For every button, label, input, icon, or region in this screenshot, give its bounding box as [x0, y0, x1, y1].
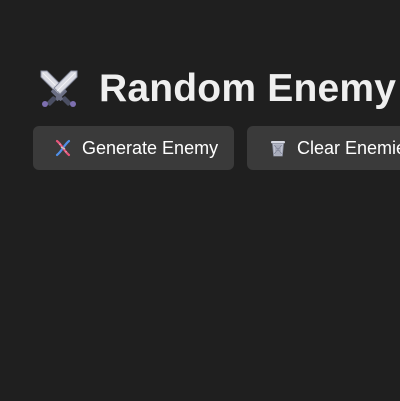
wastebasket-icon	[268, 138, 288, 158]
dna-icon	[53, 138, 73, 158]
clear-enemies-label: Clear Enemies	[297, 137, 400, 158]
page-header: Random Enemy	[37, 67, 396, 111]
generate-enemy-button[interactable]: Generate Enemy	[33, 126, 234, 170]
page-title: Random Enemy	[99, 67, 397, 110]
generate-enemy-label: Generate Enemy	[82, 137, 219, 158]
app-root: Random Enemy Generate Enemy Clear Enemie…	[0, 0, 400, 401]
crossed-swords-icon	[37, 67, 81, 111]
clear-enemies-button[interactable]: Clear Enemies	[247, 126, 400, 170]
